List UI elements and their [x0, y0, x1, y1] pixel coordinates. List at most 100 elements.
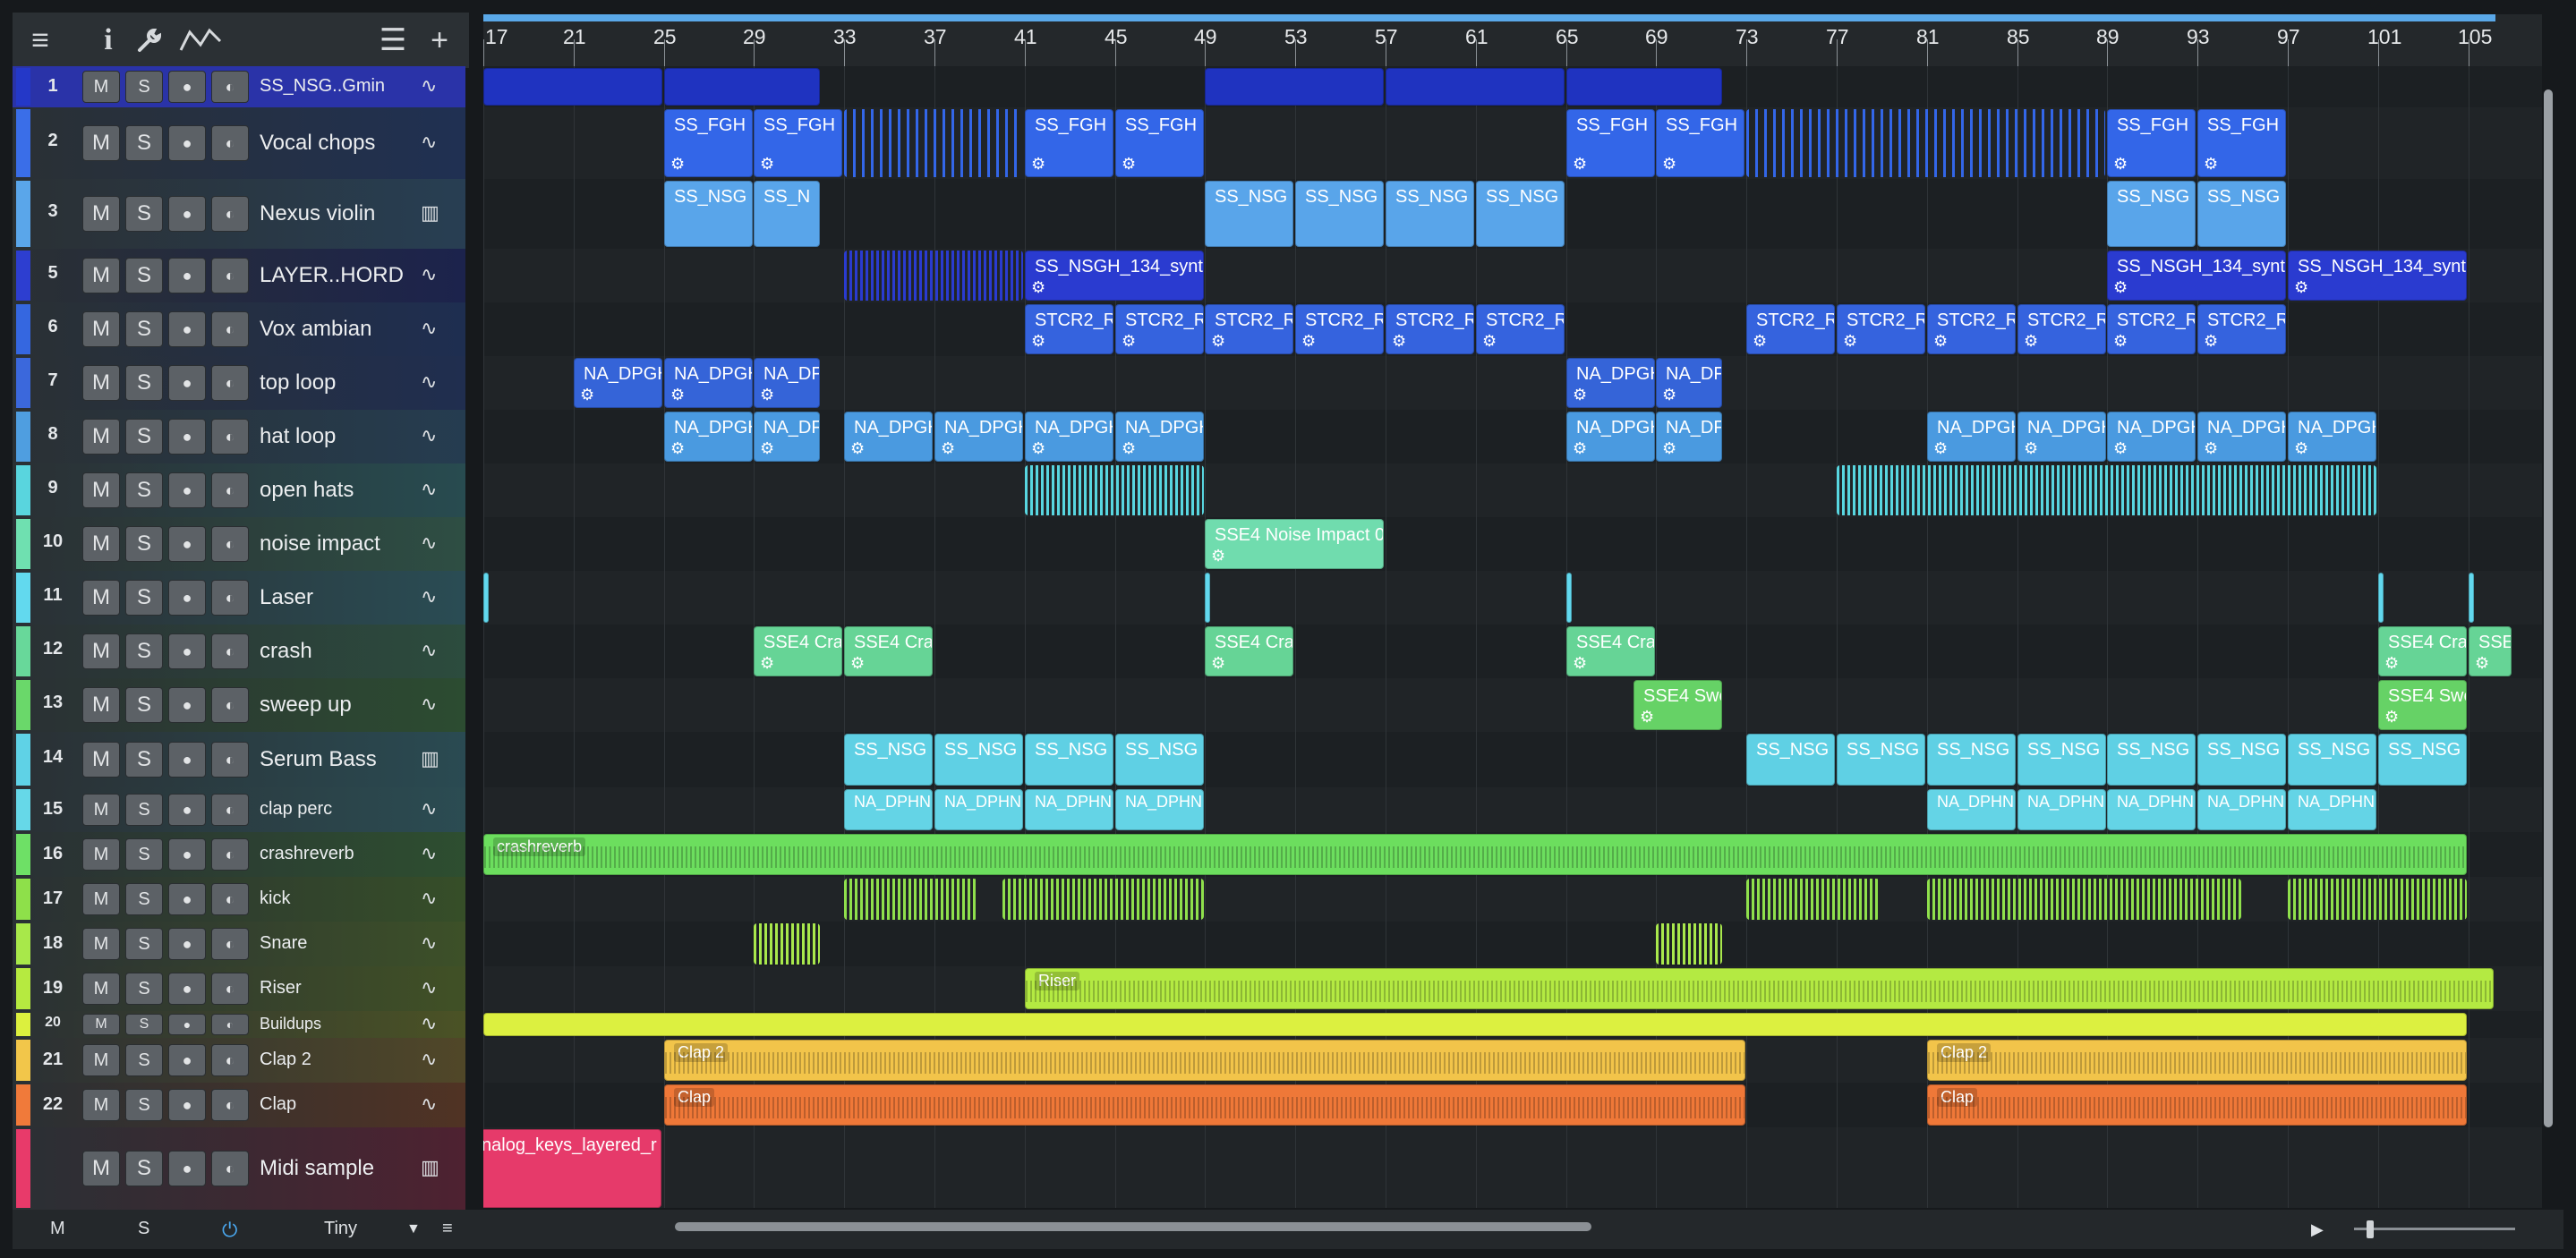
clip-settings-icon[interactable]: ⚙: [1573, 439, 1587, 458]
clip[interactable]: NA_DPGH ⚙: [2017, 412, 2106, 462]
chevron-down-icon[interactable]: ▼: [406, 1221, 421, 1237]
clip[interactable]: NA_DPHN: [2288, 789, 2376, 830]
clip[interactable]: SS_NSG: [1025, 734, 1113, 786]
solo-button[interactable]: S: [125, 742, 163, 778]
mute-button[interactable]: M: [82, 71, 120, 103]
track-header[interactable]: 19 M S ● ◐ Riser ∿: [13, 966, 465, 1011]
loop-range-bar[interactable]: [483, 14, 2495, 21]
track-name[interactable]: Serum Bass: [260, 747, 377, 772]
clip[interactable]: SS_NSG: [844, 734, 933, 786]
clip[interactable]: SS_NSG: [1476, 181, 1565, 247]
clip[interactable]: STCR2_R ⚙: [1746, 304, 1835, 354]
timeline-ruler[interactable]: 17 21 25 29 33 37 41 45 49 53 57 61 65 69 73 77 81 85 89 93…: [483, 14, 2542, 67]
record-arm-button[interactable]: ●: [168, 928, 206, 960]
clip[interactable]: NA_DPGH ⚙: [934, 412, 1023, 462]
clip-settings-icon[interactable]: ⚙: [850, 654, 865, 673]
clip[interactable]: [2378, 573, 2384, 623]
record-arm-button[interactable]: ●: [168, 1044, 206, 1076]
clip[interactable]: STCR2_R ⚙: [2197, 304, 2286, 354]
mute-button[interactable]: M: [82, 1014, 120, 1035]
list-icon[interactable]: ☰: [372, 20, 414, 61]
clip-settings-icon[interactable]: ⚙: [1843, 332, 1857, 351]
monitor-button[interactable]: ◐: [211, 71, 249, 103]
track-header[interactable]: 1 M S ● ◐ SS_NSG..Gmin ∿: [13, 66, 465, 107]
clip-settings-icon[interactable]: ⚙: [1211, 332, 1225, 351]
track-name[interactable]: clap perc: [260, 799, 332, 820]
mute-button[interactable]: M: [82, 526, 120, 562]
track-name[interactable]: top loop: [260, 370, 336, 395]
mute-button[interactable]: M: [82, 1151, 120, 1186]
clip[interactable]: [844, 251, 1023, 301]
track-name[interactable]: Vocal chops: [260, 131, 375, 156]
menu-icon[interactable]: ≡: [20, 20, 61, 61]
clip-settings-icon[interactable]: ⚙: [1031, 439, 1045, 458]
clip[interactable]: [2288, 879, 2467, 920]
solo-button[interactable]: S: [125, 1044, 163, 1076]
solo-button[interactable]: S: [125, 794, 163, 826]
play-arrow-icon[interactable]: ▶: [2311, 1220, 2324, 1239]
track-header[interactable]: 5 M S ● ◐ LAYER..HORD ∿: [13, 249, 465, 302]
clip[interactable]: SS_NSG: [1746, 734, 1835, 786]
track-name[interactable]: crash: [260, 639, 312, 664]
clip[interactable]: NA_DPGH ⚙: [1115, 412, 1204, 462]
solo-button[interactable]: S: [125, 71, 163, 103]
monitor-button[interactable]: ◐: [211, 196, 249, 232]
clip[interactable]: [844, 879, 977, 920]
clip[interactable]: NA_DPHN: [1025, 789, 1113, 830]
track-name[interactable]: Laser: [260, 585, 313, 610]
solo-button[interactable]: S: [125, 419, 163, 455]
monitor-button[interactable]: ◐: [211, 1014, 249, 1035]
clip-settings-icon[interactable]: ⚙: [580, 386, 594, 404]
clip-settings-icon[interactable]: ⚙: [2024, 332, 2038, 351]
clip[interactable]: [1205, 68, 1384, 106]
track-name[interactable]: Vox ambian: [260, 317, 371, 342]
record-arm-button[interactable]: ●: [168, 687, 206, 723]
clip-settings-icon[interactable]: ⚙: [1122, 332, 1136, 351]
record-arm-button[interactable]: ●: [168, 125, 206, 161]
clip[interactable]: SS_NSG: [1205, 181, 1293, 247]
track-name[interactable]: Buildups: [260, 1015, 321, 1033]
clip[interactable]: Clap: [664, 1084, 1745, 1126]
mute-button[interactable]: M: [82, 928, 120, 960]
track-header[interactable]: 11 M S ● ◐ Laser ∿: [13, 571, 465, 625]
track-header[interactable]: 15 M S ● ◐ clap perc ∿: [13, 787, 465, 832]
clip[interactable]: STCR2_R ⚙: [1115, 304, 1204, 354]
track-name[interactable]: Midi sample: [260, 1156, 374, 1181]
clip[interactable]: STCR2_R ⚙: [1205, 304, 1293, 354]
solo-button[interactable]: S: [125, 472, 163, 508]
clip[interactable]: SSE4 Cra ⚙: [754, 626, 842, 676]
mute-button[interactable]: M: [82, 196, 120, 232]
solo-button[interactable]: S: [125, 365, 163, 401]
clip[interactable]: SS_NSG: [1386, 181, 1474, 247]
wrench-icon[interactable]: [129, 20, 170, 61]
track-name[interactable]: kick: [260, 888, 290, 909]
clip[interactable]: SS_NSG: [2107, 734, 2196, 786]
clip-settings-icon[interactable]: ⚙: [1211, 654, 1225, 673]
clip[interactable]: SS_NSGH_134_synth_ ⚙: [1025, 251, 1204, 301]
record-arm-button[interactable]: ●: [168, 71, 206, 103]
track-name[interactable]: Riser: [260, 978, 302, 999]
clip[interactable]: SS_FGH ⚙: [664, 109, 753, 177]
clip[interactable]: SS_N: [754, 181, 820, 247]
clip[interactable]: SS_NSG: [1115, 734, 1204, 786]
track-header[interactable]: 17 M S ● ◐ kick ∿: [13, 877, 465, 922]
clip-settings-icon[interactable]: ⚙: [2204, 332, 2218, 351]
track-header[interactable]: M S ● ◐ Midi sample ▥: [13, 1127, 465, 1210]
power-icon[interactable]: ⏻: [222, 1219, 237, 1242]
solo-button[interactable]: S: [125, 1089, 163, 1121]
track-header[interactable]: 8 M S ● ◐ hat loop ∿: [13, 410, 465, 463]
clip[interactable]: [1927, 879, 2241, 920]
clip[interactable]: [1002, 879, 1204, 920]
zoom-slider-handle[interactable]: [2367, 1220, 2374, 1238]
track-name[interactable]: hat loop: [260, 424, 336, 449]
clip-settings-icon[interactable]: ⚙: [1753, 332, 1767, 351]
clip[interactable]: SSE4 Cra ⚙: [1566, 626, 1655, 676]
vertical-scrollbar[interactable]: [2544, 89, 2553, 1127]
clip-settings-icon[interactable]: ⚙: [2204, 155, 2218, 174]
clip-settings-icon[interactable]: ⚙: [2384, 654, 2399, 673]
monitor-button[interactable]: ◐: [211, 1151, 249, 1186]
clip-settings-icon[interactable]: ⚙: [1573, 386, 1587, 404]
clip[interactable]: SSE4 Swe ⚙: [2378, 680, 2467, 730]
horizontal-scrollbar[interactable]: [675, 1222, 1591, 1231]
global-mute-button[interactable]: M: [50, 1219, 65, 1239]
